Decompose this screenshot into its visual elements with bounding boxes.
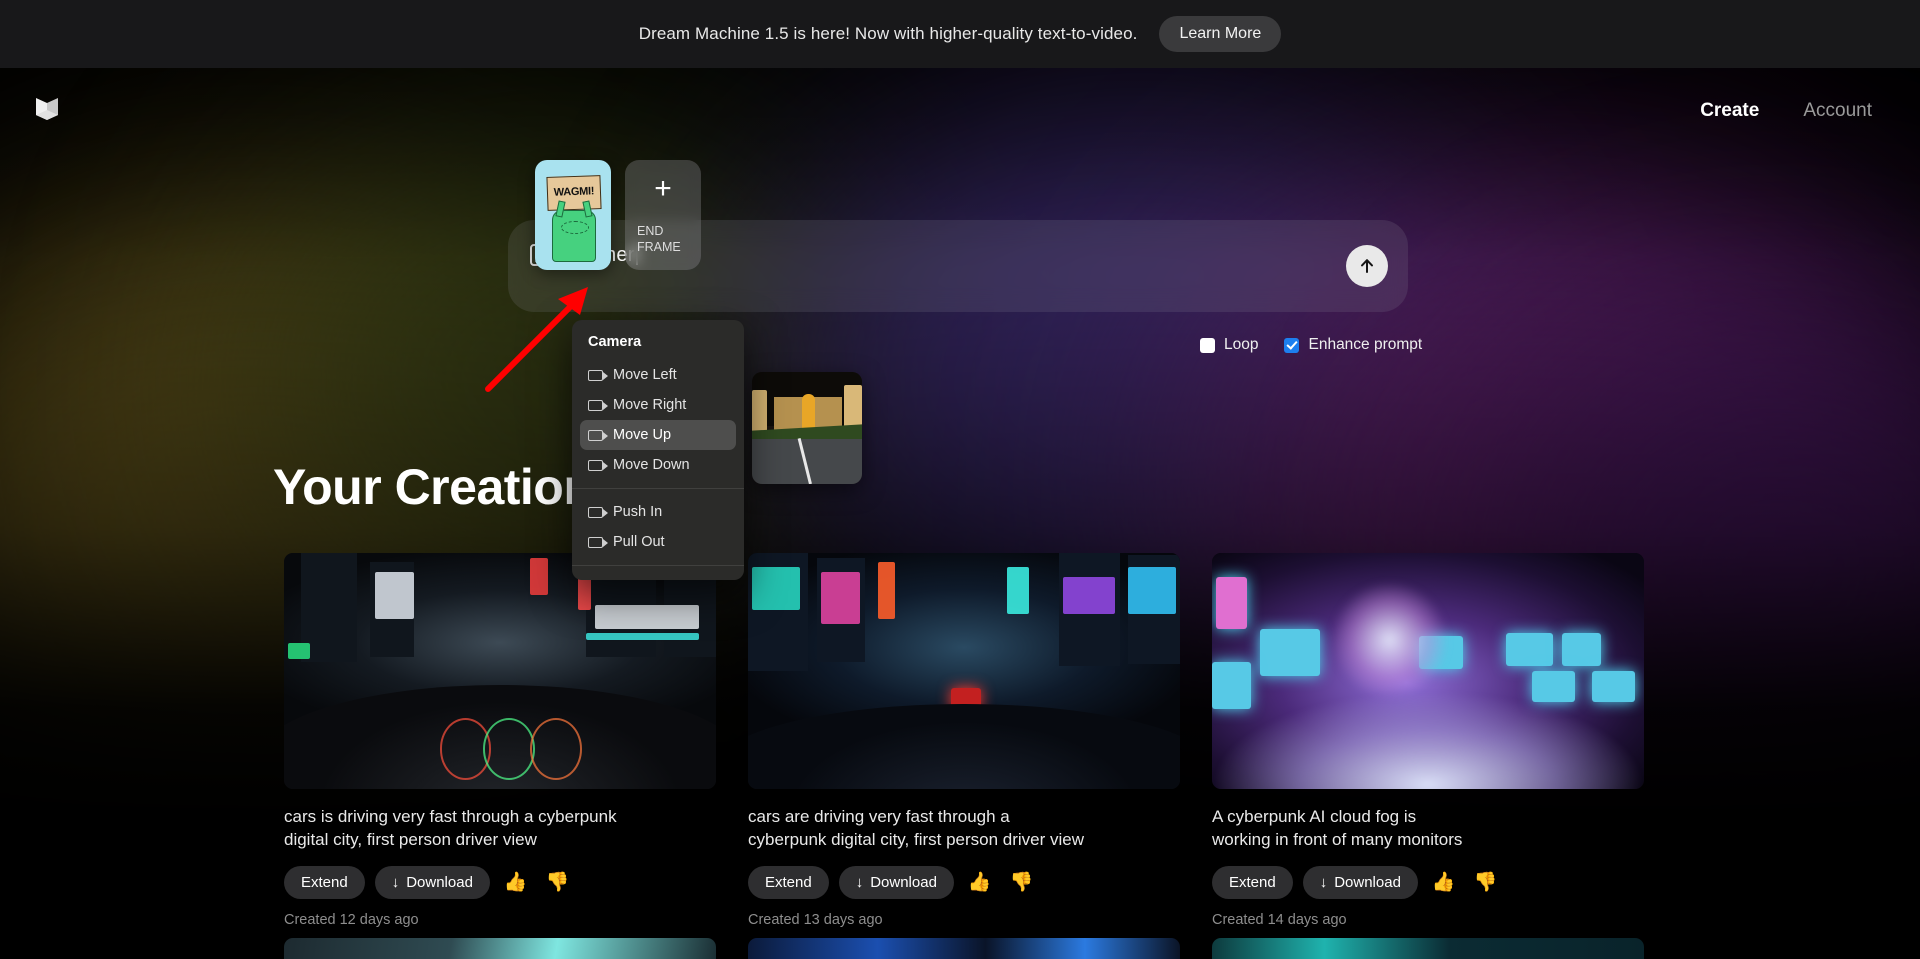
enhance-prompt-label: Enhance prompt (1308, 336, 1422, 354)
extend-button[interactable]: Extend (1212, 866, 1293, 899)
creation-caption: cars is driving very fast through a cybe… (284, 806, 716, 852)
video-camera-icon (588, 537, 603, 548)
luma-logo[interactable] (30, 92, 64, 126)
download-arrow-icon: ↓ (856, 874, 864, 891)
nav-link-account[interactable]: Account (1803, 100, 1872, 122)
creation-card: A cyberpunk AI cloud fog is working in f… (1212, 553, 1644, 928)
arrow-up-icon (1357, 256, 1377, 276)
thumbs-up-icon[interactable]: 👍 (500, 871, 532, 894)
menu-item-label: Move Down (613, 457, 690, 473)
menu-item-label: Move Up (613, 427, 671, 443)
meme-frog-eyes (561, 221, 589, 234)
menu-item-move-down[interactable]: Move Down (580, 450, 736, 480)
creation-video-thumbnail[interactable] (1212, 553, 1644, 789)
add-end-frame-button[interactable]: + END FRAME (625, 160, 701, 270)
thumbs-down-icon[interactable]: 👎 (1470, 871, 1502, 894)
download-label: Download (870, 874, 937, 891)
end-frame-label: END FRAME (637, 224, 689, 255)
frame-thumbnails: WAGMI! + END FRAME (535, 160, 701, 270)
app-root: Dream Machine 1.5 is here! Now with high… (0, 0, 1920, 959)
option-loop[interactable]: Loop (1200, 336, 1258, 354)
download-button[interactable]: ↓ Download (1303, 866, 1418, 899)
page-title: Your Creations (273, 458, 621, 516)
creation-video-thumbnail[interactable] (748, 553, 1180, 789)
video-camera-icon (588, 430, 603, 441)
primary-nav: Create Account (1700, 100, 1872, 122)
creation-actions: Extend ↓ Download 👍 👎 (748, 866, 1180, 899)
thumbs-down-icon[interactable]: 👎 (542, 871, 574, 894)
creation-actions: Extend ↓ Download 👍 👎 (1212, 866, 1644, 899)
menu-item-move-right[interactable]: Move Right (580, 390, 736, 420)
camera-autocomplete-menu: Camera Move Left Move Right Move Up Move… (572, 320, 744, 580)
creation-actions: Extend ↓ Download 👍 👎 (284, 866, 716, 899)
download-button[interactable]: ↓ Download (375, 866, 490, 899)
creation-card: cars is driving very fast through a cybe… (284, 553, 716, 928)
download-label: Download (406, 874, 473, 891)
meme-sign-text: WAGMI! (548, 185, 600, 199)
creation-video-thumbnail[interactable] (1212, 938, 1644, 959)
creation-video-thumbnail[interactable] (284, 553, 716, 789)
extend-button[interactable]: Extend (284, 866, 365, 899)
submit-prompt-button[interactable] (1346, 245, 1388, 287)
thumbs-up-icon[interactable]: 👍 (964, 871, 996, 894)
creation-timestamp: Created 14 days ago (1212, 912, 1644, 928)
meme-frog-body (552, 210, 596, 262)
download-label: Download (1334, 874, 1401, 891)
loop-label: Loop (1224, 336, 1258, 354)
menu-item-label: Pull Out (613, 534, 665, 550)
menu-item-push-in[interactable]: Push In (580, 497, 736, 527)
nav-link-create[interactable]: Create (1700, 100, 1759, 122)
creation-timestamp: Created 13 days ago (748, 912, 1180, 928)
loop-checkbox[interactable] (1200, 338, 1215, 353)
video-camera-icon (588, 460, 603, 471)
meme-sign: WAGMI! (546, 175, 601, 211)
creation-video-thumbnail[interactable] (284, 938, 716, 959)
announcement-text: Dream Machine 1.5 is here! Now with high… (639, 24, 1138, 44)
video-camera-icon (588, 400, 603, 411)
creation-card: cars are driving very fast through a cyb… (748, 553, 1180, 928)
menu-separator (572, 488, 744, 489)
creation-video-thumbnail[interactable] (748, 938, 1180, 959)
menu-item-label: Move Right (613, 397, 686, 413)
creation-timestamp: Created 12 days ago (284, 912, 716, 928)
video-camera-icon (588, 370, 603, 381)
download-button[interactable]: ↓ Download (839, 866, 954, 899)
option-enhance-prompt[interactable]: Enhance prompt (1284, 336, 1422, 354)
thumbs-down-icon[interactable]: 👎 (1006, 871, 1038, 894)
start-frame-thumbnail[interactable]: WAGMI! (535, 160, 611, 270)
download-arrow-icon: ↓ (1320, 874, 1328, 891)
menu-item-move-up[interactable]: Move Up (580, 420, 736, 450)
menu-item-label: Move Left (613, 367, 677, 383)
enhance-prompt-checkbox[interactable] (1284, 338, 1299, 353)
plus-icon: + (654, 174, 672, 204)
menu-separator-bottom (572, 565, 744, 566)
creation-caption: cars are driving very fast through a cyb… (748, 806, 1180, 852)
creations-grid: cars is driving very fast through a cybe… (284, 553, 1644, 928)
announcement-banner: Dream Machine 1.5 is here! Now with high… (0, 0, 1920, 68)
menu-item-label: Push In (613, 504, 662, 520)
extend-button[interactable]: Extend (748, 866, 829, 899)
reference-frame-thumbnail[interactable] (752, 372, 862, 484)
menu-item-pull-out[interactable]: Pull Out (580, 527, 736, 557)
thumbs-up-icon[interactable]: 👍 (1428, 871, 1460, 894)
download-arrow-icon: ↓ (392, 874, 400, 891)
creation-caption: A cyberpunk AI cloud fog is working in f… (1212, 806, 1644, 852)
menu-item-move-left[interactable]: Move Left (580, 360, 736, 390)
menu-title: Camera (572, 328, 744, 360)
video-camera-icon (588, 507, 603, 518)
learn-more-button[interactable]: Learn More (1159, 16, 1281, 52)
generation-options: Loop Enhance prompt (1200, 336, 1422, 354)
creations-grid-row-2 (284, 938, 1644, 959)
